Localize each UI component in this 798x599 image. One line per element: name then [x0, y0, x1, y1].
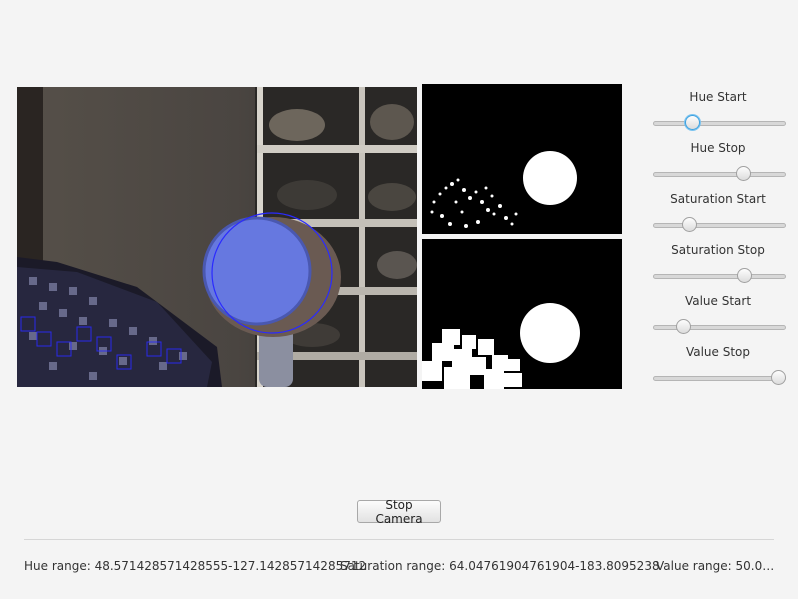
slider-thumb[interactable] — [682, 217, 698, 232]
value-range-status: Value range: 50.0-25... — [656, 559, 776, 573]
mask-image — [422, 84, 622, 234]
slider-label: Value Start — [684, 294, 752, 308]
slider-value-start: Value Start — [648, 294, 788, 345]
slider-saturation-start: Saturation Start — [648, 192, 788, 243]
slider-track[interactable] — [653, 172, 786, 177]
slider-label: Value Stop — [685, 345, 751, 359]
slider-label: Saturation Start — [670, 192, 766, 206]
camera-frame-image — [17, 87, 417, 387]
separator — [24, 539, 774, 540]
slider-value-stop: Value Stop — [648, 345, 788, 396]
slider-hue-start: Hue Start — [648, 90, 788, 141]
slider-thumb[interactable] — [771, 370, 786, 385]
slider-track[interactable] — [653, 274, 786, 279]
mask-image — [422, 239, 622, 389]
stop-camera-button[interactable]: Stop Camera — [357, 498, 441, 526]
slider-hue-stop: Hue Stop — [648, 141, 788, 192]
camera-view — [17, 87, 417, 387]
hue-range-status: Hue range: 48.571428571428555-127.142857… — [24, 559, 367, 573]
slider-label: Hue Start — [689, 90, 747, 104]
hsv-slider-panel: Hue Start Hue Stop Saturation Start Satu… — [648, 90, 788, 396]
slider-thumb[interactable] — [676, 319, 692, 334]
slider-label: Hue Stop — [690, 141, 746, 155]
slider-track[interactable] — [653, 223, 786, 228]
slider-track[interactable] — [653, 325, 786, 330]
slider-label: Saturation Stop — [671, 243, 765, 257]
saturation-range-status: Saturation range: 64.04761904761904-183.… — [340, 559, 660, 573]
slider-thumb[interactable] — [684, 115, 700, 130]
slider-track[interactable] — [653, 376, 786, 381]
dilated-mask-view — [422, 239, 622, 389]
slider-thumb[interactable] — [736, 166, 752, 181]
slider-saturation-stop: Saturation Stop — [648, 243, 788, 294]
slider-thumb[interactable] — [737, 268, 753, 283]
slider-track[interactable] — [653, 121, 786, 126]
threshold-mask-view — [422, 84, 622, 234]
